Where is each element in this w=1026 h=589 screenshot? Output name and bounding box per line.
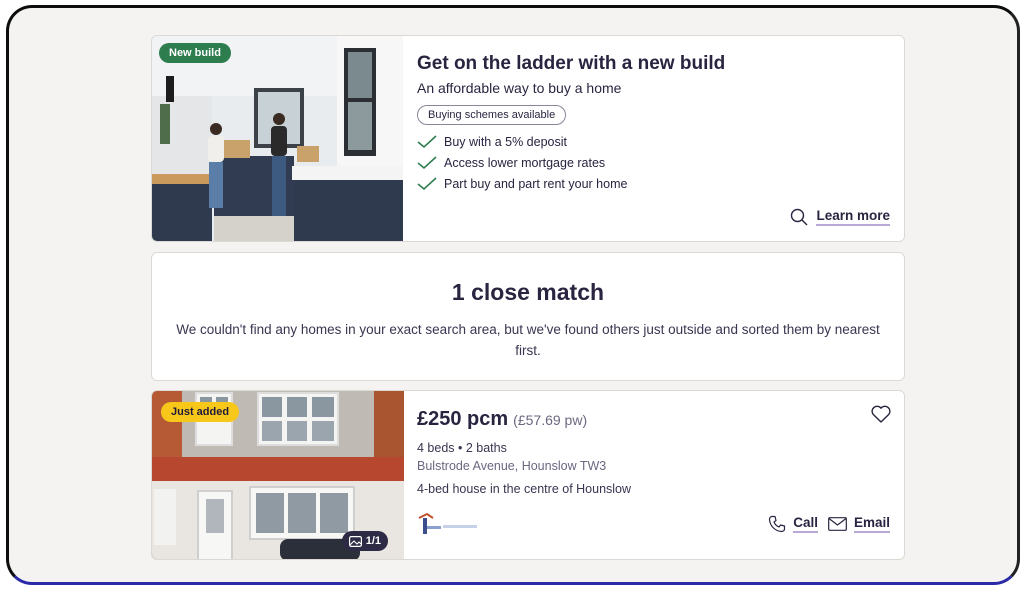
listing-price: £250 pcm (£57.69 pw) [417, 408, 587, 431]
search-icon [791, 208, 808, 226]
feature-label: Access lower mortgage rates [444, 156, 606, 170]
price-pcm: £250 pcm [417, 408, 509, 430]
email-label[interactable]: Email [853, 515, 890, 533]
phone-icon [769, 515, 786, 533]
email-button[interactable]: Email [828, 515, 890, 533]
property-photo[interactable]: Just added 1/1 [152, 391, 404, 559]
price-pw: (£57.69 pw) [513, 412, 588, 428]
beds-baths: 4 beds • 2 baths [417, 441, 507, 455]
call-button[interactable]: Call [768, 515, 818, 533]
browser-frame: New build Get on the ladder with a new b… [6, 5, 1020, 585]
learn-more-link[interactable]: Learn more [790, 208, 890, 226]
call-label[interactable]: Call [793, 515, 818, 533]
heart-icon[interactable] [871, 405, 891, 423]
new-build-promo-card[interactable]: New build Get on the ladder with a new b… [151, 35, 905, 242]
check-icon [417, 177, 437, 191]
listing-content: £250 pcm (£57.69 pw) 4 beds • 2 baths Bu… [417, 391, 904, 559]
listing-description: 4-bed house in the centre of Hounslow [417, 482, 632, 496]
promo-subtitle: An affordable way to buy a home [417, 80, 622, 96]
image-count-label: 1/1 [365, 535, 381, 547]
image-count-badge[interactable]: 1/1 [341, 531, 388, 551]
close-match-title: 1 close match [451, 279, 605, 305]
buying-schemes-pill: Buying schemes available [417, 105, 567, 125]
kitchen-photo: New build [152, 36, 403, 241]
feature-item: Access lower mortgage rates [417, 156, 605, 170]
promo-title: Get on the ladder with a new build [417, 53, 726, 74]
just-added-badge: Just added [161, 402, 240, 422]
listing-address: Bulstrode Avenue, Hounslow TW3 [417, 459, 607, 473]
feature-item: Part buy and part rent your home [417, 177, 627, 191]
promo-content: Get on the ladder with a new build An af… [417, 36, 904, 241]
agent-logo[interactable] [417, 512, 481, 538]
envelope-icon [828, 517, 847, 531]
learn-more-label[interactable]: Learn more [816, 208, 890, 226]
image-icon [348, 535, 362, 547]
close-match-text: We couldn't find any homes in your exact… [176, 322, 880, 358]
check-icon [417, 135, 437, 149]
check-icon [417, 156, 437, 170]
feature-item: Buy with a 5% deposit [417, 135, 567, 149]
contact-actions: Call Email [758, 515, 890, 533]
feature-label: Buy with a 5% deposit [444, 135, 567, 149]
new-build-badge: New build [159, 43, 231, 63]
close-match-card: 1 close match We couldn't find any homes… [151, 252, 905, 381]
property-listing-card[interactable]: Just added 1/1 £250 pcm (£57.69 pw) 4 be… [151, 390, 905, 560]
feature-label: Part buy and part rent your home [444, 177, 628, 191]
